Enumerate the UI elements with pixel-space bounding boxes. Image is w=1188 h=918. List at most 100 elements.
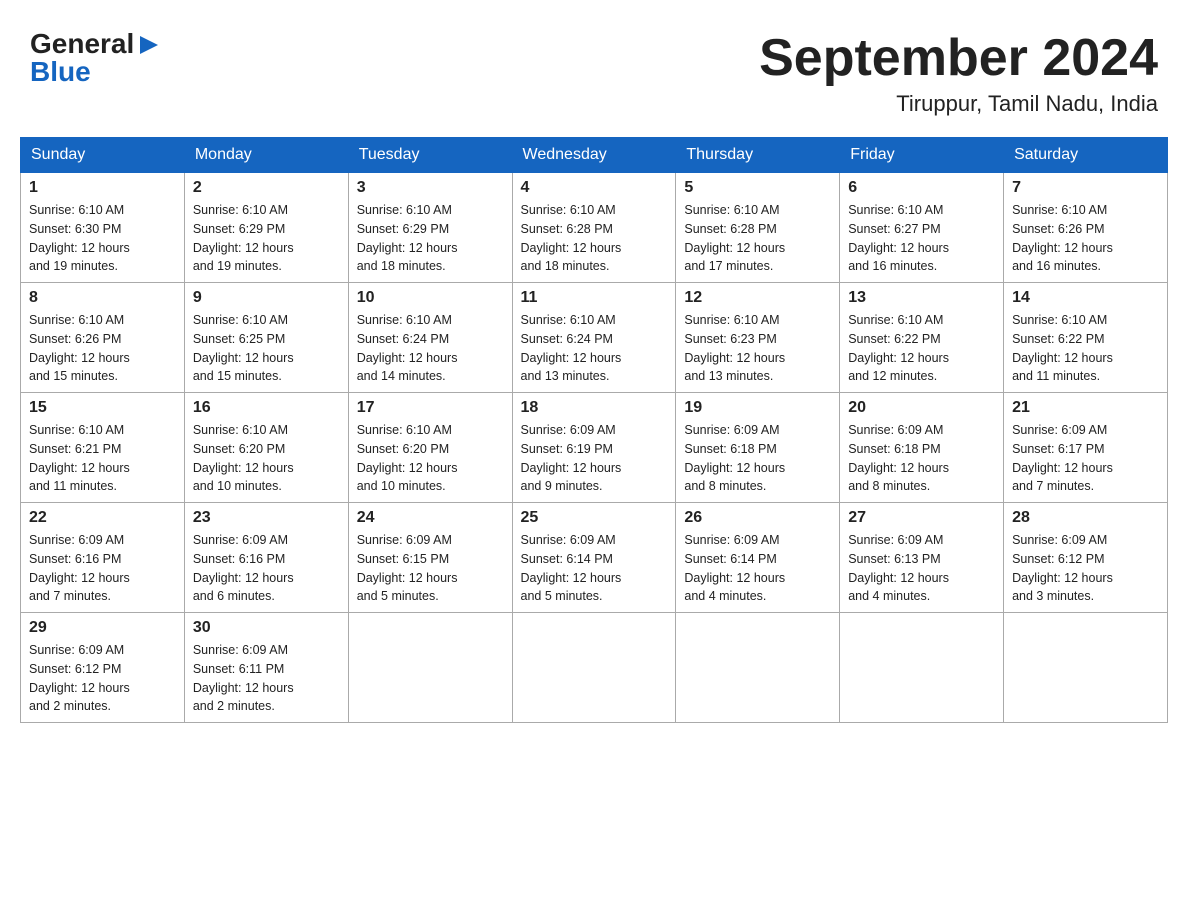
calendar-day-cell: 5 Sunrise: 6:10 AMSunset: 6:28 PMDaylight… <box>676 173 840 283</box>
calendar-day-cell: 16 Sunrise: 6:10 AMSunset: 6:20 PMDayligh… <box>184 393 348 503</box>
day-number: 11 <box>521 289 668 307</box>
day-info: Sunrise: 6:10 AMSunset: 6:24 PMDaylight:… <box>521 311 668 386</box>
day-number: 13 <box>848 289 995 307</box>
day-number: 15 <box>29 399 176 417</box>
day-info: Sunrise: 6:09 AMSunset: 6:16 PMDaylight:… <box>29 531 176 606</box>
day-number: 6 <box>848 179 995 197</box>
calendar-day-cell: 9 Sunrise: 6:10 AMSunset: 6:25 PMDaylight… <box>184 283 348 393</box>
calendar-day-cell: 25Sunrise: 6:09 AMSunset: 6:14 PMDayligh… <box>512 503 676 613</box>
day-info: Sunrise: 6:10 AMSunset: 6:28 PMDaylight:… <box>684 201 831 276</box>
day-number: 18 <box>521 399 668 417</box>
day-info: Sunrise: 6:09 AMSunset: 6:13 PMDaylight:… <box>848 531 995 606</box>
day-number: 19 <box>684 399 831 417</box>
calendar-subtitle: Tiruppur, Tamil Nadu, India <box>759 91 1158 117</box>
day-number: 9 <box>193 289 340 307</box>
calendar-week-row: 15 Sunrise: 6:10 AMSunset: 6:21 PMDayligh… <box>21 393 1168 503</box>
calendar-day-cell: 4Sunrise: 6:10 AMSunset: 6:28 PMDaylight… <box>512 173 676 283</box>
day-number: 25 <box>521 509 668 527</box>
calendar-day-cell: 3Sunrise: 6:10 AMSunset: 6:29 PMDaylight… <box>348 173 512 283</box>
calendar-header-thursday: Thursday <box>676 138 840 173</box>
calendar-header-sunday: Sunday <box>21 138 185 173</box>
calendar-day-cell: 8 Sunrise: 6:10 AMSunset: 6:26 PMDaylight… <box>21 283 185 393</box>
day-number: 29 <box>29 619 176 637</box>
day-info: Sunrise: 6:10 AMSunset: 6:22 PMDaylight:… <box>1012 311 1159 386</box>
logo: General Blue <box>30 30 162 86</box>
calendar-day-cell: 22 Sunrise: 6:09 AMSunset: 6:16 PMDayligh… <box>21 503 185 613</box>
calendar-day-cell: 18 Sunrise: 6:09 AMSunset: 6:19 PMDayligh… <box>512 393 676 503</box>
day-info: Sunrise: 6:09 AMSunset: 6:14 PMDaylight:… <box>684 531 831 606</box>
calendar-header-row: SundayMondayTuesdayWednesdayThursdayFrid… <box>21 138 1168 173</box>
calendar-day-cell: 7 Sunrise: 6:10 AMSunset: 6:26 PMDaylight… <box>1004 173 1168 283</box>
day-number: 24 <box>357 509 504 527</box>
day-number: 22 <box>29 509 176 527</box>
day-info: Sunrise: 6:10 AMSunset: 6:20 PMDaylight:… <box>193 421 340 496</box>
logo-blue-text: Blue <box>30 56 91 87</box>
calendar-day-cell: 11 Sunrise: 6:10 AMSunset: 6:24 PMDayligh… <box>512 283 676 393</box>
calendar-day-cell: 10 Sunrise: 6:10 AMSunset: 6:24 PMDayligh… <box>348 283 512 393</box>
calendar-day-cell <box>512 613 676 723</box>
calendar-day-cell: 12Sunrise: 6:10 AMSunset: 6:23 PMDayligh… <box>676 283 840 393</box>
calendar-day-cell: 21Sunrise: 6:09 AMSunset: 6:17 PMDayligh… <box>1004 393 1168 503</box>
day-info: Sunrise: 6:09 AMSunset: 6:12 PMDaylight:… <box>29 641 176 716</box>
calendar-day-cell: 6 Sunrise: 6:10 AMSunset: 6:27 PMDaylight… <box>840 173 1004 283</box>
day-info: Sunrise: 6:10 AMSunset: 6:23 PMDaylight:… <box>684 311 831 386</box>
day-number: 10 <box>357 289 504 307</box>
day-info: Sunrise: 6:10 AMSunset: 6:28 PMDaylight:… <box>521 201 668 276</box>
day-number: 17 <box>357 399 504 417</box>
logo-general-text: General <box>30 30 134 58</box>
calendar-day-cell: 15 Sunrise: 6:10 AMSunset: 6:21 PMDayligh… <box>21 393 185 503</box>
calendar-title: September 2024 <box>759 30 1158 87</box>
day-number: 23 <box>193 509 340 527</box>
day-number: 5 <box>684 179 831 197</box>
day-info: Sunrise: 6:09 AMSunset: 6:16 PMDaylight:… <box>193 531 340 606</box>
calendar-day-cell: 28Sunrise: 6:09 AMSunset: 6:12 PMDayligh… <box>1004 503 1168 613</box>
day-info: Sunrise: 6:10 AMSunset: 6:29 PMDaylight:… <box>193 201 340 276</box>
logo-arrow-icon <box>136 32 162 58</box>
day-info: Sunrise: 6:09 AMSunset: 6:12 PMDaylight:… <box>1012 531 1159 606</box>
calendar-day-cell: 19 Sunrise: 6:09 AMSunset: 6:18 PMDayligh… <box>676 393 840 503</box>
title-area: September 2024 Tiruppur, Tamil Nadu, Ind… <box>759 30 1158 117</box>
day-number: 1 <box>29 179 176 197</box>
calendar-day-cell <box>840 613 1004 723</box>
day-number: 16 <box>193 399 340 417</box>
calendar-day-cell <box>676 613 840 723</box>
calendar-day-cell: 24 Sunrise: 6:09 AMSunset: 6:15 PMDayligh… <box>348 503 512 613</box>
calendar-header-saturday: Saturday <box>1004 138 1168 173</box>
day-number: 7 <box>1012 179 1159 197</box>
day-number: 30 <box>193 619 340 637</box>
day-info: Sunrise: 6:10 AMSunset: 6:26 PMDaylight:… <box>29 311 176 386</box>
day-info: Sunrise: 6:10 AMSunset: 6:24 PMDaylight:… <box>357 311 504 386</box>
day-info: Sunrise: 6:10 AMSunset: 6:22 PMDaylight:… <box>848 311 995 386</box>
calendar-day-cell: 30Sunrise: 6:09 AMSunset: 6:11 PMDayligh… <box>184 613 348 723</box>
day-info: Sunrise: 6:09 AMSunset: 6:18 PMDaylight:… <box>848 421 995 496</box>
day-info: Sunrise: 6:10 AMSunset: 6:25 PMDaylight:… <box>193 311 340 386</box>
day-number: 26 <box>684 509 831 527</box>
calendar-day-cell: 2 Sunrise: 6:10 AMSunset: 6:29 PMDaylight… <box>184 173 348 283</box>
calendar-day-cell: 17Sunrise: 6:10 AMSunset: 6:20 PMDayligh… <box>348 393 512 503</box>
day-info: Sunrise: 6:09 AMSunset: 6:18 PMDaylight:… <box>684 421 831 496</box>
day-info: Sunrise: 6:10 AMSunset: 6:27 PMDaylight:… <box>848 201 995 276</box>
day-number: 2 <box>193 179 340 197</box>
day-number: 3 <box>357 179 504 197</box>
day-info: Sunrise: 6:09 AMSunset: 6:19 PMDaylight:… <box>521 421 668 496</box>
calendar-day-cell: 14 Sunrise: 6:10 AMSunset: 6:22 PMDayligh… <box>1004 283 1168 393</box>
calendar-day-cell: 13 Sunrise: 6:10 AMSunset: 6:22 PMDayligh… <box>840 283 1004 393</box>
calendar-header-tuesday: Tuesday <box>348 138 512 173</box>
page-header: General Blue September 2024 Tiruppur, Ta… <box>20 20 1168 117</box>
day-number: 20 <box>848 399 995 417</box>
calendar-day-cell: 26 Sunrise: 6:09 AMSunset: 6:14 PMDayligh… <box>676 503 840 613</box>
day-info: Sunrise: 6:10 AMSunset: 6:26 PMDaylight:… <box>1012 201 1159 276</box>
calendar-day-cell: 29 Sunrise: 6:09 AMSunset: 6:12 PMDayligh… <box>21 613 185 723</box>
calendar-week-row: 1 Sunrise: 6:10 AMSunset: 6:30 PMDaylight… <box>21 173 1168 283</box>
calendar-week-row: 29 Sunrise: 6:09 AMSunset: 6:12 PMDayligh… <box>21 613 1168 723</box>
day-info: Sunrise: 6:10 AMSunset: 6:21 PMDaylight:… <box>29 421 176 496</box>
day-info: Sunrise: 6:10 AMSunset: 6:30 PMDaylight:… <box>29 201 176 276</box>
day-number: 14 <box>1012 289 1159 307</box>
calendar-day-cell: 1 Sunrise: 6:10 AMSunset: 6:30 PMDaylight… <box>21 173 185 283</box>
day-number: 8 <box>29 289 176 307</box>
day-number: 21 <box>1012 399 1159 417</box>
calendar-day-cell: 20 Sunrise: 6:09 AMSunset: 6:18 PMDayligh… <box>840 393 1004 503</box>
calendar-day-cell: 27Sunrise: 6:09 AMSunset: 6:13 PMDayligh… <box>840 503 1004 613</box>
day-info: Sunrise: 6:09 AMSunset: 6:15 PMDaylight:… <box>357 531 504 606</box>
calendar-day-cell <box>348 613 512 723</box>
